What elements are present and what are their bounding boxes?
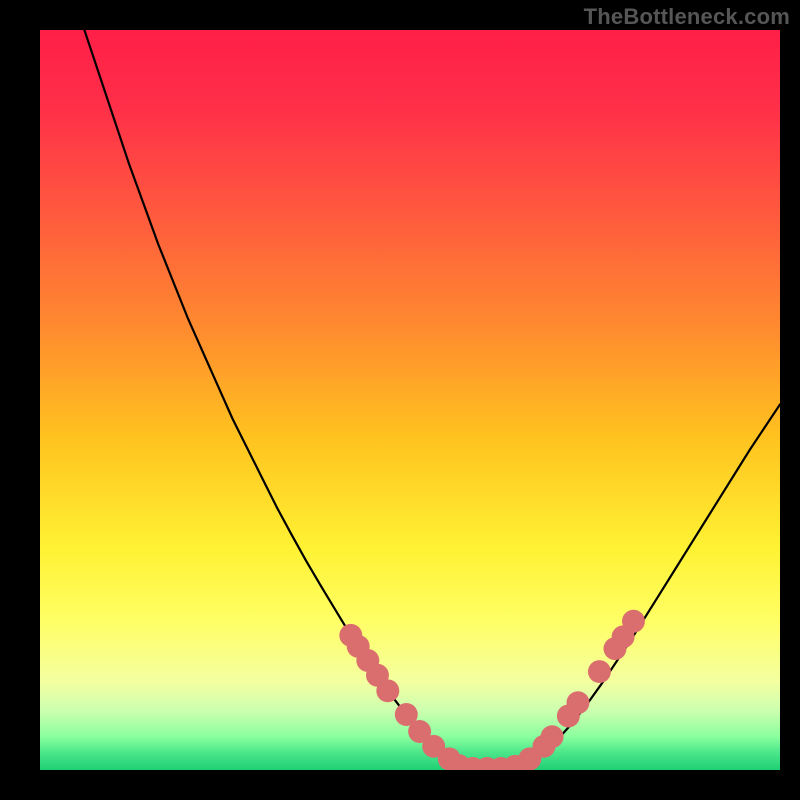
curve-marker bbox=[541, 725, 564, 748]
bottleneck-chart bbox=[40, 30, 780, 770]
curve-marker bbox=[567, 691, 590, 714]
curve-marker bbox=[376, 679, 399, 702]
curve-marker bbox=[622, 610, 645, 633]
gradient-background bbox=[40, 30, 780, 770]
plot-area bbox=[40, 30, 780, 770]
watermark-text: TheBottleneck.com bbox=[584, 4, 790, 30]
chart-frame: TheBottleneck.com bbox=[0, 0, 800, 800]
curve-marker bbox=[588, 660, 611, 683]
